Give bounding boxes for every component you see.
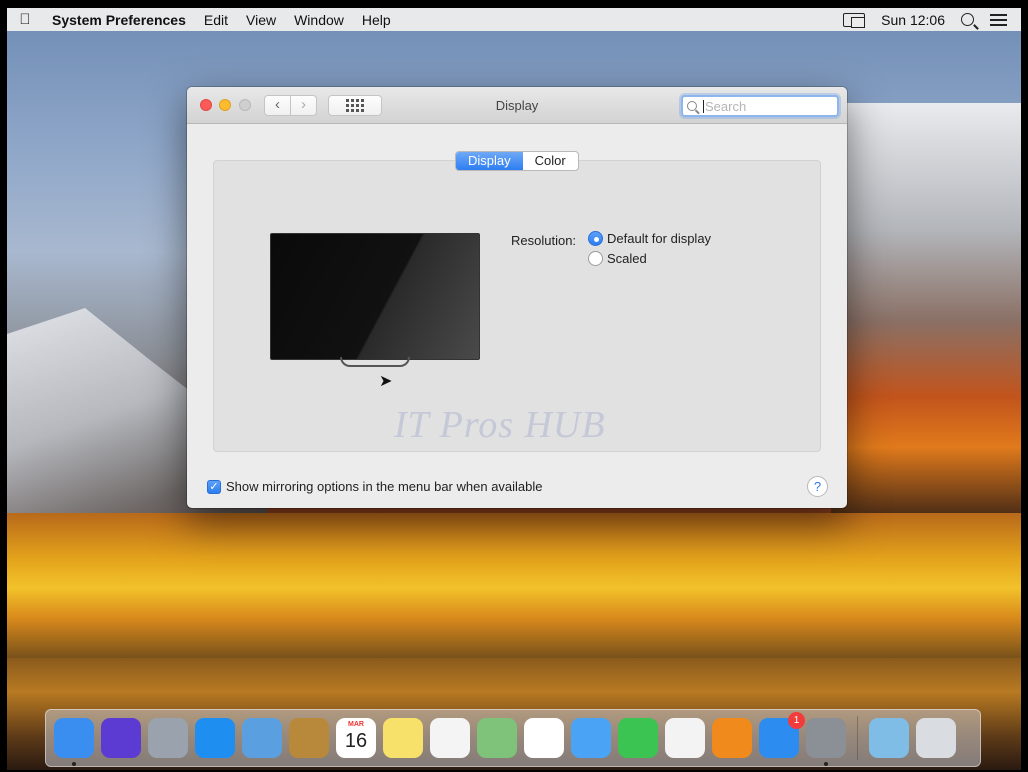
radio-unselected[interactable]	[588, 251, 603, 266]
menu-help[interactable]: Help	[353, 12, 400, 28]
help-button[interactable]: ?	[807, 476, 828, 497]
notification-badge: 1	[788, 712, 805, 729]
mouse-pointer-icon: ➤	[379, 373, 393, 390]
window-content: ➤ Resolution: Default for display Scaled…	[187, 124, 847, 508]
tab-display[interactable]: Display	[456, 152, 523, 170]
messages-icon[interactable]	[571, 718, 611, 758]
airplay-mirroring-icon[interactable]	[843, 12, 866, 28]
facetime-icon[interactable]	[618, 718, 658, 758]
reminders-icon[interactable]	[430, 718, 470, 758]
menu-view[interactable]: View	[237, 12, 285, 28]
resolution-default-label: Default for display	[607, 231, 712, 246]
apple-menu-icon[interactable]: 	[7, 11, 43, 28]
contacts-icon[interactable]	[289, 718, 329, 758]
system-preferences-icon[interactable]	[806, 718, 846, 766]
monitor-stand-icon	[340, 357, 410, 367]
mail-icon[interactable]	[242, 718, 282, 758]
finder-icon[interactable]	[54, 718, 94, 766]
siri-icon[interactable]	[101, 718, 141, 758]
app-menu[interactable]: System Preferences	[43, 12, 195, 28]
running-indicator	[72, 762, 76, 766]
tab-color[interactable]: Color	[523, 152, 578, 170]
search-field[interactable]	[681, 95, 839, 117]
wallpaper-mountain-right	[831, 103, 1021, 523]
mirroring-label: Show mirroring options in the menu bar w…	[226, 479, 543, 494]
maps-icon[interactable]	[477, 718, 517, 758]
wallpaper-forest	[7, 513, 1021, 663]
spotlight-icon[interactable]	[961, 13, 974, 26]
itunes-icon[interactable]	[665, 718, 705, 758]
text-cursor	[703, 99, 704, 113]
watermark-text: IT Pros HUB	[394, 404, 606, 446]
resolution-scaled-label: Scaled	[607, 251, 647, 266]
search-icon	[687, 101, 697, 111]
menu-bar:  System Preferences Edit View Window He…	[7, 8, 1021, 31]
resolution-label: Resolution:	[511, 233, 577, 248]
calendar-icon[interactable]: MAR 16	[336, 718, 376, 758]
mirroring-checkbox[interactable]: ✓	[207, 479, 221, 494]
resolution-scaled-option[interactable]: Scaled	[588, 251, 647, 266]
safari-icon[interactable]	[195, 718, 235, 758]
calendar-month: MAR	[348, 721, 364, 728]
dock: MAR 16 1	[45, 709, 981, 767]
menu-edit[interactable]: Edit	[195, 12, 237, 28]
app-store-icon[interactable]: 1	[759, 712, 805, 758]
dock-separator	[857, 716, 858, 760]
calendar-day: 16	[344, 730, 368, 752]
notification-center-icon[interactable]	[990, 13, 1007, 26]
trash-icon[interactable]	[916, 718, 956, 758]
resolution-default-option[interactable]: Default for display	[588, 231, 711, 246]
search-input[interactable]	[705, 98, 825, 114]
notes-icon[interactable]	[383, 718, 423, 758]
running-indicator	[824, 762, 828, 766]
mirroring-option[interactable]: ✓ Show mirroring options in the menu bar…	[207, 479, 543, 494]
display-preferences-window: ‹ › Display ➤ Resolution: Default for di…	[187, 87, 847, 508]
radio-selected[interactable]	[588, 231, 603, 246]
menu-window[interactable]: Window	[285, 12, 353, 28]
launchpad-icon[interactable]	[148, 718, 188, 758]
clock[interactable]: Sun 12:06	[881, 12, 945, 28]
title-bar: ‹ › Display	[187, 87, 847, 124]
monitor-icon	[270, 233, 480, 360]
tab-bar: Display Color	[455, 151, 579, 171]
ibooks-icon[interactable]	[712, 718, 752, 758]
display-panel: ➤ Resolution: Default for display Scaled…	[213, 160, 821, 452]
downloads-icon[interactable]	[869, 718, 909, 758]
photos-icon[interactable]	[524, 718, 564, 758]
